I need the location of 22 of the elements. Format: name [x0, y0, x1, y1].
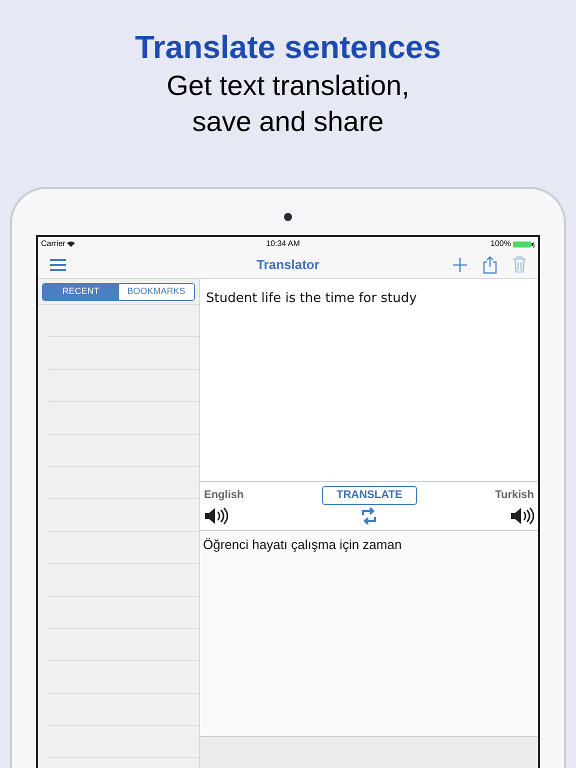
translation-text: Öğrenci hayatı çalışma için zaman [200, 531, 538, 736]
headline: Translate sentences [135, 28, 441, 66]
subheadline: save and share [192, 105, 384, 139]
segment-tab[interactable]: BOOKMARKS [118, 284, 194, 300]
menu-icon[interactable] [50, 258, 66, 270]
battery-icon [512, 240, 535, 248]
battery-label: 100% [490, 238, 511, 250]
add-icon[interactable] [453, 258, 467, 272]
segment-tab[interactable]: RECENT [43, 284, 118, 300]
status-time: 10:34 AM [266, 238, 300, 250]
translate-button[interactable]: TRANSLATE [322, 486, 417, 505]
nav-title: Translator [256, 256, 320, 274]
swap-icon[interactable] [361, 507, 377, 525]
speaker-icon[interactable] [204, 507, 228, 525]
wifi-icon [67, 241, 76, 247]
subheadline: Get text translation, [166, 69, 410, 103]
target-language[interactable]: Turkish [495, 487, 534, 504]
carrier-label: Carrier [41, 238, 66, 250]
source-language[interactable]: English [204, 487, 244, 504]
share-icon[interactable] [483, 256, 497, 274]
camera-icon [284, 213, 292, 221]
speaker-icon[interactable] [510, 507, 534, 525]
